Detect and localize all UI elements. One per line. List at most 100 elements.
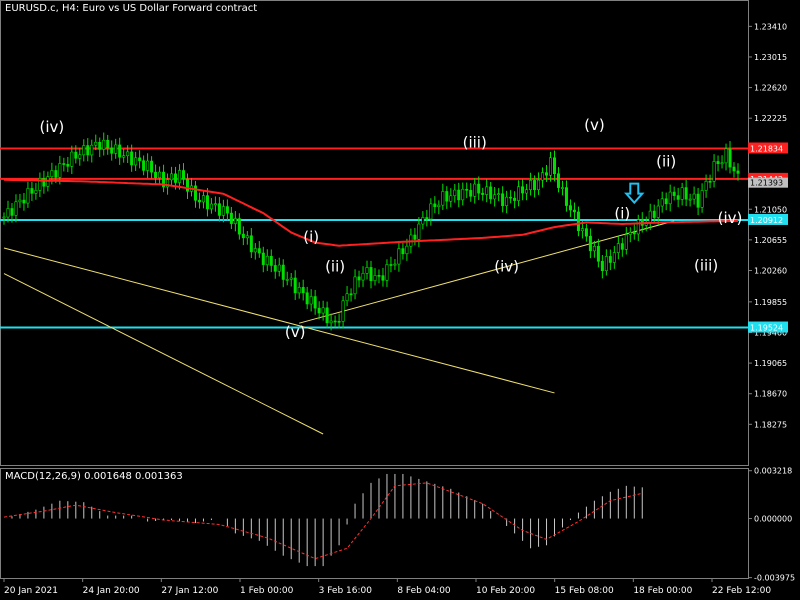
candle-body [138,157,142,161]
candle-body [545,172,549,176]
candle-body [142,160,146,171]
candle-body [505,196,509,207]
candle-body [584,228,588,237]
candle-body [377,275,381,277]
candle-body [213,203,217,205]
y-tick-label: 1.23015 [754,53,787,62]
y-tick-label: 1.22225 [754,114,787,123]
candle-body [70,151,74,167]
wave-label: (iii) [694,256,718,274]
candle-body [445,191,449,202]
candle-body [624,234,628,250]
candle-body [146,160,150,171]
x-tick-label: 15 Feb 08:00 [555,586,614,596]
candle-body [10,208,14,216]
candle-body [620,243,624,250]
candle-body [50,170,54,177]
candle-body [201,195,205,203]
candle-body [126,151,130,157]
candle-body [186,178,190,192]
candle-body [178,170,182,183]
candle-body [401,248,405,255]
candle-body [349,293,353,296]
candle-body [720,162,724,165]
candle-body [489,186,493,200]
candle-body [580,228,584,232]
candle-body [249,235,253,253]
candle-body [345,293,349,302]
candle-body [549,157,553,176]
candle-body [86,145,90,156]
candle-body [692,193,696,200]
candle-body [680,187,684,200]
candle-body [273,265,277,272]
candle-body [106,139,110,149]
candle-body [660,198,664,207]
candle-body [441,191,445,206]
candle-body [564,187,568,206]
candle-body [66,164,70,167]
candle-body [676,195,680,200]
candle-body [716,161,720,164]
candle-body [313,296,317,309]
candle-body [465,188,469,191]
candle-body [413,234,417,240]
candle-body [221,206,225,216]
candle-body [42,178,46,187]
candle-body [373,275,377,281]
candle-body [2,216,6,219]
candle-body [30,188,34,194]
candle-body [217,203,221,216]
candle-body [14,201,18,216]
y-tick-label: 1.22620 [754,84,787,93]
candle-body [632,232,636,235]
candle-body [421,217,425,225]
candle-body [353,276,357,295]
candle-body [513,197,517,201]
trend-line [3,273,324,435]
candle-body [130,151,134,166]
candle-body [297,287,301,294]
price-level-label: 1.21834 [750,144,783,153]
candle-body [158,171,162,178]
wave-label: (i) [303,228,319,246]
candle-body [724,148,728,164]
candle-body [616,243,620,253]
wave-label: (v) [584,116,605,134]
candle-body [78,154,82,159]
candle-body [596,246,600,262]
candle-body [708,180,712,183]
candle-body [397,248,401,265]
wave-label: (ii) [656,153,676,171]
candle-body [134,157,138,166]
candle-body [357,276,361,281]
candle-body [541,172,545,181]
candle-body [600,260,604,272]
candle-body [636,219,640,235]
x-tick-label: 20 Jan 2021 [4,586,58,596]
candle-body [612,252,616,263]
candle-body [517,186,521,201]
candle-body [82,145,86,156]
candle-body [225,206,229,214]
candle-body [333,320,337,323]
candle-body [628,232,632,235]
wave-label: (i) [614,205,630,223]
candle-body [253,248,257,253]
candle-body [429,203,433,220]
candle-body [668,191,672,205]
wave-label: (iv) [39,118,64,136]
candle-body [58,163,62,178]
y-tick-label: 1.19855 [754,298,787,307]
candle-body [6,208,10,218]
candle-body [497,193,501,196]
candle-body [209,203,213,210]
candle-body [417,223,421,240]
price-chart[interactable]: 1.234101.230151.226201.222251.218301.214… [0,0,800,600]
candle-body [205,195,209,210]
current-price-label: 1.21393 [750,179,783,188]
candle-body [684,187,688,200]
macd-tick-label: -0.003975 [754,574,795,583]
candle-body [329,320,333,324]
candle-body [393,263,397,266]
